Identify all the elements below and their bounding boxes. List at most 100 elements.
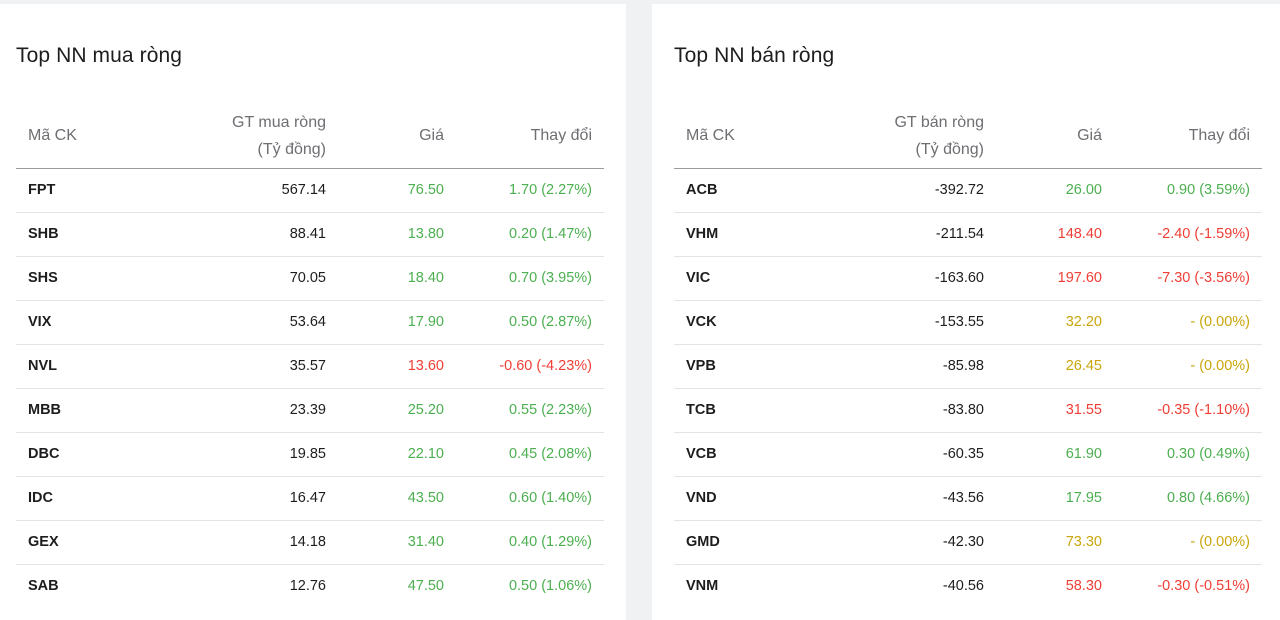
net-value-cell: -83.80 (834, 388, 996, 433)
table-row[interactable]: DBC 19.85 22.10 0.45 (2.08%) (16, 432, 604, 477)
change-cell: 0.80 (4.66%) (1114, 476, 1262, 521)
header-value-line2: (Tỷ đồng) (915, 140, 984, 158)
price-cell: 32.20 (996, 300, 1114, 345)
price-cell: 47.50 (407, 578, 444, 595)
stock-code-cell[interactable]: GEX (16, 520, 176, 565)
net-value-cell: 53.64 (176, 300, 338, 345)
price-cell: 25.20 (338, 388, 456, 433)
header-net-buy-value[interactable]: GT mua ròng (Tỷ đồng) (176, 104, 338, 169)
net-value-cell: 12.76 (289, 578, 326, 595)
net-value-cell: -85.98 (834, 344, 996, 389)
stock-code-cell[interactable]: VPB (674, 344, 834, 389)
table-row[interactable]: VHM -211.54 148.40 -2.40 (-1.59%) (674, 212, 1262, 257)
header-code[interactable]: Mã CK (16, 104, 176, 169)
table-row[interactable]: IDC 16.47 43.50 0.60 (1.40%) (16, 476, 604, 521)
stock-code-cell[interactable]: MBB (16, 388, 176, 433)
change-cell: 0.50 (1.06%) (508, 578, 592, 595)
table-header-row: Mã CK GT mua ròng (Tỷ đồng) Giá Thay đổi (16, 104, 604, 169)
change-cell: - (0.00%) (1114, 344, 1262, 389)
table-row[interactable]: MBB 23.39 25.20 0.55 (2.23%) (16, 388, 604, 433)
table-row[interactable]: VND -43.56 17.95 0.80 (4.66%) (674, 476, 1262, 521)
header-price[interactable]: Giá (338, 104, 456, 169)
stock-code-cell[interactable]: FPT (16, 168, 176, 213)
table-row[interactable]: SHS 70.05 18.40 0.70 (3.95%) (16, 256, 604, 301)
stock-code-cell[interactable]: ACB (674, 168, 834, 213)
net-value-cell: -43.56 (834, 476, 996, 521)
stock-code-cell[interactable]: GMD (674, 520, 834, 565)
stock-code-cell[interactable]: VIX (16, 300, 176, 345)
table-row[interactable]: GEX 14.18 31.40 0.40 (1.29%) (16, 520, 604, 565)
change-cell: 0.60 (1.40%) (456, 476, 604, 521)
price-cell: 197.60 (996, 256, 1114, 301)
stock-code-cell[interactable]: TCB (674, 388, 834, 433)
stock-code-cell[interactable]: IDC (16, 476, 176, 521)
change-cell: 0.30 (0.49%) (1114, 432, 1262, 477)
change-cell: 0.40 (1.29%) (456, 520, 604, 565)
table-header-row: Mã CK GT bán ròng (Tỷ đồng) Giá Thay đổi (674, 104, 1262, 169)
change-cell: 0.55 (2.23%) (456, 388, 604, 433)
net-value-cell: -211.54 (834, 212, 996, 257)
price-cell: 13.60 (338, 344, 456, 389)
stock-code-cell[interactable]: SAB (16, 564, 176, 608)
price-cell: 31.55 (996, 388, 1114, 433)
stock-code-cell[interactable]: VCK (674, 300, 834, 345)
header-change[interactable]: Thay đổi (1114, 104, 1262, 169)
price-cell: 61.90 (996, 432, 1114, 477)
header-value-line2: (Tỷ đồng) (257, 140, 326, 158)
change-cell: - (0.00%) (1114, 300, 1262, 345)
stock-code-cell[interactable]: SHS (16, 256, 176, 301)
price-cell: 22.10 (338, 432, 456, 477)
price-cell: 76.50 (338, 168, 456, 213)
change-cell: -0.35 (-1.10%) (1114, 388, 1262, 433)
header-price[interactable]: Giá (996, 104, 1114, 169)
table-row[interactable]: TCB -83.80 31.55 -0.35 (-1.10%) (674, 388, 1262, 433)
header-code[interactable]: Mã CK (674, 104, 834, 169)
change-cell: - (0.00%) (1114, 520, 1262, 565)
net-value-cell: 35.57 (176, 344, 338, 389)
net-value-cell: 16.47 (176, 476, 338, 521)
table-row[interactable]: FPT 567.14 76.50 1.70 (2.27%) (16, 168, 604, 213)
change-cell: -7.30 (-3.56%) (1114, 256, 1262, 301)
table-row[interactable]: VCB -60.35 61.90 0.30 (0.49%) (674, 432, 1262, 477)
table-row[interactable]: VIX 53.64 17.90 0.50 (2.87%) (16, 300, 604, 345)
panel-title: Top NN mua ròng (16, 44, 183, 67)
price-cell: 73.30 (996, 520, 1114, 565)
stock-code-cell[interactable]: VCB (674, 432, 834, 477)
net-value-cell: -153.55 (834, 300, 996, 345)
table-row[interactable]: VCK -153.55 32.20- (0.00%) (674, 300, 1262, 345)
table-row[interactable]: VNM -40.56 58.30 -0.30 (-0.51%) (674, 564, 1262, 608)
net-value-cell: 14.18 (176, 520, 338, 565)
header-value-line1: GT mua ròng (232, 113, 326, 131)
table-row[interactable]: VPB -85.98 26.45- (0.00%) (674, 344, 1262, 389)
table-row[interactable]: ACB -392.72 26.00 0.90 (3.59%) (674, 168, 1262, 213)
header-change[interactable]: Thay đổi (456, 104, 604, 169)
price-cell: 148.40 (996, 212, 1114, 257)
table-row[interactable]: SAB 12.76 47.50 0.50 (1.06%) (16, 564, 604, 608)
price-cell: 58.30 (1065, 578, 1102, 595)
net-value-cell: 23.39 (176, 388, 338, 433)
stock-code-cell[interactable]: VNM (674, 564, 834, 608)
table-row[interactable]: VIC -163.60 197.60 -7.30 (-3.56%) (674, 256, 1262, 301)
price-cell: 26.00 (996, 168, 1114, 213)
table-row[interactable]: GMD -42.30 73.30- (0.00%) (674, 520, 1262, 565)
price-cell: 17.95 (996, 476, 1114, 521)
stock-code-cell[interactable]: VHM (674, 212, 834, 257)
net-value-cell: -392.72 (834, 168, 996, 213)
header-net-sell-value[interactable]: GT bán ròng (Tỷ đồng) (834, 104, 996, 169)
panel-title: Top NN bán ròng (674, 44, 835, 67)
top-foreign-net-buy-panel: Top NN mua ròng Mã CK GT mua ròng (Tỷ đồ… (0, 4, 626, 620)
table-row[interactable]: NVL 35.57 13.60 -0.60 (-4.23%) (16, 344, 604, 389)
net-sell-table-body: ACB -392.72 26.00 0.90 (3.59%) VHM -211.54 148… (674, 168, 1262, 608)
table-row[interactable]: SHB 88.41 13.80 0.20 (1.47%) (16, 212, 604, 257)
stock-code-cell[interactable]: NVL (16, 344, 176, 389)
stock-code-cell[interactable]: VND (674, 476, 834, 521)
net-value-cell: 567.14 (176, 168, 338, 213)
net-value-cell: -42.30 (834, 520, 996, 565)
stock-code-cell[interactable]: DBC (16, 432, 176, 477)
header-value-line1: GT bán ròng (894, 113, 984, 131)
stock-code-cell[interactable]: VIC (674, 256, 834, 301)
change-cell: -0.30 (-0.51%) (1157, 578, 1250, 595)
stock-code-cell[interactable]: SHB (16, 212, 176, 257)
change-cell: 0.20 (1.47%) (456, 212, 604, 257)
net-value-cell: 88.41 (176, 212, 338, 257)
